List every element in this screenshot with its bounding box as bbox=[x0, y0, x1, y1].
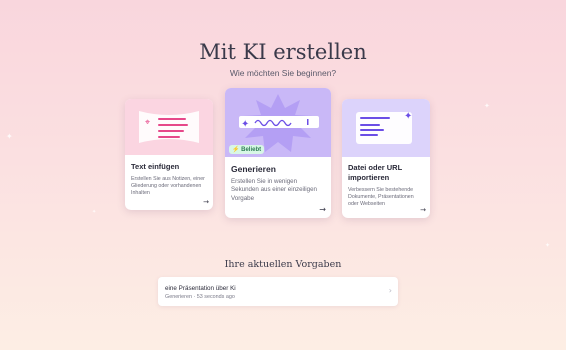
card-title: Datei oder URL importieren bbox=[348, 163, 403, 182]
card-generate[interactable]: ✦ ⚡ Beliebt Generieren Erstellen Sie in … bbox=[225, 88, 331, 218]
sparkle-icon: ✦ bbox=[484, 102, 490, 110]
svg-text:⌖: ⌖ bbox=[145, 118, 150, 128]
sparkle-icon: ✦ bbox=[545, 242, 551, 249]
arrow-right-icon: → bbox=[420, 206, 426, 214]
page-title: Mit KI erstellen bbox=[199, 40, 367, 64]
popular-badge: ⚡ Beliebt bbox=[229, 145, 265, 154]
card-description: Erstellen Sie aus Notizen, einer Glieder… bbox=[131, 176, 205, 197]
import-illustration: ✦ bbox=[342, 99, 430, 157]
card-title: Text einfügen bbox=[131, 162, 180, 171]
card-import[interactable]: ✦ Datei oder URL importieren Verbessern … bbox=[342, 99, 430, 218]
page-subtitle: Wie möchten Sie beginnen? bbox=[229, 68, 337, 78]
generate-illustration: ✦ ⚡ Beliebt bbox=[225, 88, 331, 157]
recent-prompt-meta: Generieren · 53 seconds ago bbox=[165, 294, 235, 300]
card-description: Verbessern Sie bestehende Dokumente, Prä… bbox=[348, 186, 414, 207]
card-title: Generieren bbox=[231, 164, 276, 174]
card-paste-text[interactable]: ⌖ Text einfügen Erstellen Sie aus Notize… bbox=[125, 99, 213, 210]
sparkle-icon: ✦ bbox=[6, 132, 13, 141]
arrow-right-icon: → bbox=[319, 205, 326, 214]
svg-text:✦: ✦ bbox=[241, 119, 249, 130]
chevron-right-icon: › bbox=[388, 286, 392, 295]
sparkle-icon: ✦ bbox=[92, 209, 97, 215]
recent-prompt-title: eine Präsentation über Ki bbox=[165, 285, 236, 292]
paste-illustration: ⌖ bbox=[125, 99, 213, 155]
arrow-right-icon: → bbox=[203, 198, 209, 206]
card-description: Erstellen Sie in wenigen Sekunden aus ei… bbox=[231, 178, 317, 202]
recent-prompt-item[interactable]: eine Präsentation über Ki Generieren · 5… bbox=[158, 277, 398, 306]
svg-text:✦: ✦ bbox=[404, 111, 412, 122]
recent-section-title: Ihre aktuellen Vorgaben bbox=[224, 259, 342, 270]
